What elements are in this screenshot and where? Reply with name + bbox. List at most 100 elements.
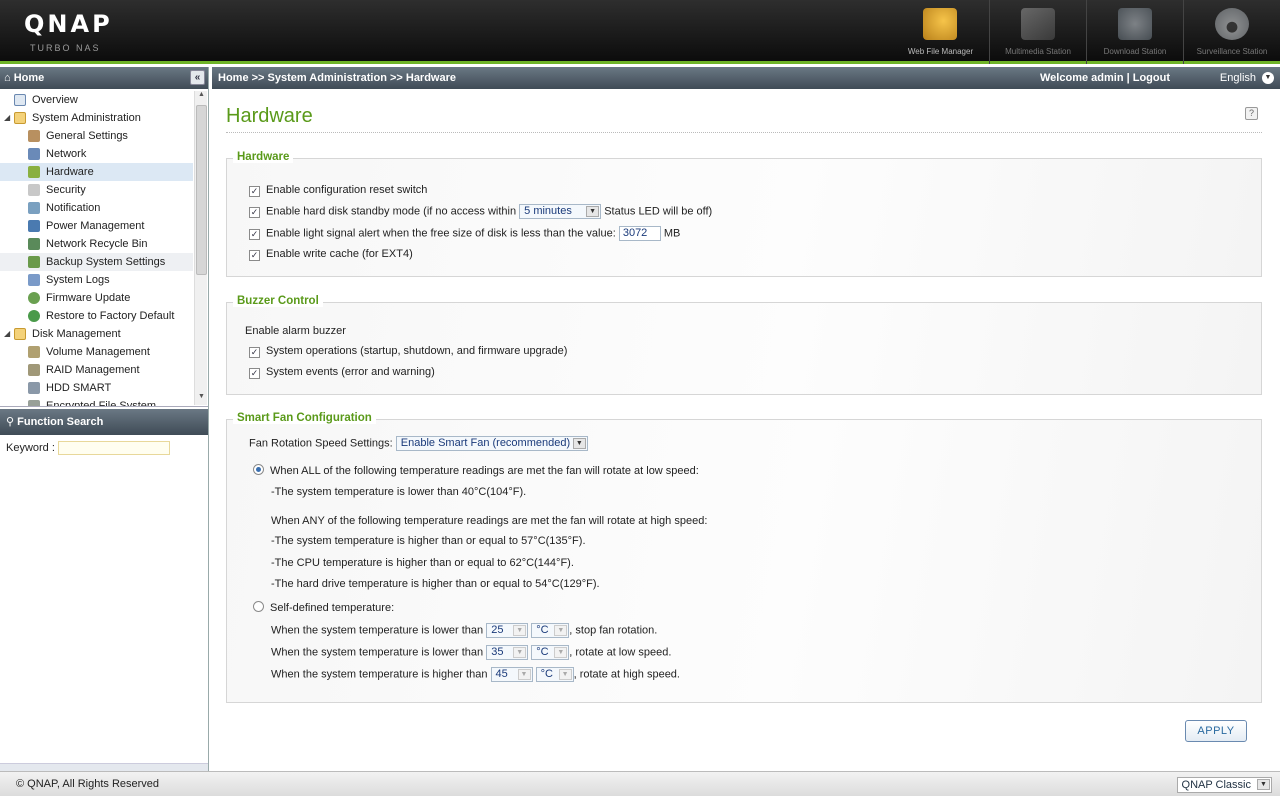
chevron-down-icon[interactable]: ▼ bbox=[572, 438, 586, 449]
tree-item-overview[interactable]: Overview bbox=[0, 91, 193, 109]
standby-checkbox[interactable]: ✓ bbox=[249, 207, 260, 219]
rule-suffix: , rotate at low speed. bbox=[569, 646, 672, 659]
tree-scrollbar[interactable]: ▲ ▼ bbox=[194, 91, 207, 405]
write-cache-checkbox[interactable]: ✓ bbox=[249, 250, 260, 261]
low-unit-select[interactable]: °C ▼ bbox=[531, 645, 570, 660]
chevron-down-icon[interactable]: ▼ bbox=[517, 669, 531, 680]
high-rule-2: -The CPU temperature is higher than or e… bbox=[271, 557, 574, 569]
tree-item-encrypted-file-system[interactable]: Encrypted File System bbox=[0, 397, 193, 407]
temp-value: 25 bbox=[491, 624, 504, 636]
tree-item-notification[interactable]: Notification bbox=[0, 199, 193, 217]
standby-time-value: 5 minutes bbox=[524, 205, 572, 217]
multimedia-station-button[interactable]: Multimedia Station bbox=[989, 0, 1086, 64]
light-alert-checkbox[interactable]: ✓ bbox=[249, 229, 260, 241]
theme-select[interactable]: QNAP Classic ▼ bbox=[1176, 777, 1272, 793]
web-file-manager-button[interactable]: Web File Manager bbox=[892, 0, 989, 64]
chevron-down-icon[interactable]: ▼ bbox=[558, 669, 572, 680]
tree-item-network[interactable]: Network bbox=[0, 145, 193, 163]
scrollbar-thumb[interactable] bbox=[196, 105, 207, 275]
language-dropdown-icon[interactable]: ▼ bbox=[1262, 72, 1274, 84]
self-defined-rule-high: When the system temperature is higher th… bbox=[271, 667, 680, 682]
help-icon[interactable]: ? bbox=[1245, 107, 1258, 120]
surveillance-station-button[interactable]: Surveillance Station bbox=[1183, 0, 1280, 64]
chevron-down-icon[interactable]: ▼ bbox=[586, 206, 600, 217]
tree-item-backup-system-settings[interactable]: Backup System Settings bbox=[0, 253, 193, 271]
chevron-down-icon[interactable]: ▼ bbox=[554, 625, 568, 636]
scroll-up-arrow-icon[interactable]: ▲ bbox=[195, 91, 208, 103]
smart-fan-section: Smart Fan Configuration Fan Rotation Spe… bbox=[226, 412, 1262, 703]
tree-item-network-recycle-bin[interactable]: Network Recycle Bin bbox=[0, 235, 193, 253]
reset-switch-checkbox[interactable]: ✓ bbox=[249, 186, 260, 197]
stop-unit-select[interactable]: °C ▼ bbox=[531, 623, 570, 638]
expand-triangle-icon[interactable]: ◢ bbox=[4, 109, 10, 127]
scroll-down-arrow-icon[interactable]: ▼ bbox=[195, 393, 208, 405]
welcome-logout-link[interactable]: Welcome admin | Logout bbox=[1040, 67, 1170, 89]
qnap-logo: QNAP bbox=[24, 10, 113, 38]
main-content: Hardware ? Hardware ✓ Enable configuratio… bbox=[212, 89, 1280, 771]
tree-item-restore-factory-default[interactable]: Restore to Factory Default bbox=[0, 307, 193, 325]
system-operations-row: ✓ System operations (startup, shutdown, a… bbox=[249, 344, 567, 358]
chevron-down-icon[interactable]: ▼ bbox=[513, 625, 527, 636]
function-search-body: Keyword : bbox=[0, 435, 208, 461]
system-operations-checkbox[interactable]: ✓ bbox=[249, 347, 260, 358]
temp-unit: °C bbox=[540, 668, 553, 680]
tree-item-raid-management[interactable]: RAID Management bbox=[0, 361, 193, 379]
chevron-down-icon[interactable]: ▼ bbox=[554, 647, 568, 658]
smart-fan-auto-row: When ALL of the following temperature re… bbox=[253, 464, 699, 478]
fan-speed-select[interactable]: Enable Smart Fan (recommended) ▼ bbox=[395, 436, 588, 451]
language-label[interactable]: English bbox=[1220, 67, 1256, 89]
firmware-icon bbox=[28, 292, 40, 304]
high-rule-1: -The system temperature is higher than o… bbox=[271, 535, 586, 547]
overview-icon bbox=[14, 94, 26, 106]
tree-item-system-logs[interactable]: System Logs bbox=[0, 271, 193, 289]
chevron-down-icon[interactable]: ▼ bbox=[1257, 779, 1270, 790]
smart-fan-auto-radio[interactable] bbox=[253, 464, 264, 475]
apply-button[interactable]: APPLY bbox=[1185, 720, 1247, 742]
temp-value: 35 bbox=[491, 646, 504, 658]
tree-item-label: Hardware bbox=[46, 166, 94, 178]
tree-item-volume-management[interactable]: Volume Management bbox=[0, 343, 193, 361]
chevron-down-icon[interactable]: ▼ bbox=[513, 647, 527, 658]
hardware-legend: Hardware bbox=[233, 151, 294, 163]
standby-time-select[interactable]: 5 minutes ▼ bbox=[519, 204, 602, 219]
low-speed-heading: When ALL of the following temperature re… bbox=[270, 465, 699, 477]
stop-temp-select[interactable]: 25 ▼ bbox=[486, 623, 529, 638]
breadcrumb[interactable]: Home >> System Administration >> Hardwar… bbox=[218, 67, 456, 89]
collapse-panel-button[interactable]: « bbox=[190, 70, 205, 85]
notification-icon bbox=[28, 202, 40, 214]
tree-item-hdd-smart[interactable]: HDD SMART bbox=[0, 379, 193, 397]
high-unit-select[interactable]: °C ▼ bbox=[535, 667, 574, 682]
high-rule-3: -The hard drive temperature is higher th… bbox=[271, 578, 600, 590]
title-divider bbox=[226, 132, 1262, 133]
tree-item-hardware[interactable]: Hardware bbox=[0, 163, 193, 181]
tree-item-security[interactable]: Security bbox=[0, 181, 193, 199]
system-events-checkbox[interactable]: ✓ bbox=[249, 368, 260, 379]
tree-item-label: Encrypted File System bbox=[46, 400, 157, 407]
network-icon bbox=[28, 148, 40, 160]
navigation-tree: Overview ◢ System Administration General… bbox=[0, 89, 208, 407]
copyright-text: © QNAP, All Rights Reserved bbox=[16, 778, 160, 790]
high-temp-select[interactable]: 45 ▼ bbox=[490, 667, 533, 682]
tree-item-firmware-update[interactable]: Firmware Update bbox=[0, 289, 193, 307]
tree-item-label: Overview bbox=[32, 94, 78, 106]
tree-item-system-administration[interactable]: ◢ System Administration bbox=[0, 109, 193, 127]
tree-item-general-settings[interactable]: General Settings bbox=[0, 127, 193, 145]
expand-triangle-icon[interactable]: ◢ bbox=[4, 325, 10, 343]
light-alert-value-input[interactable]: 3072 bbox=[618, 226, 661, 241]
keyword-input[interactable] bbox=[57, 441, 170, 455]
self-defined-radio[interactable] bbox=[253, 601, 264, 612]
smart-fan-legend: Smart Fan Configuration bbox=[233, 412, 376, 424]
tree-item-label: Power Management bbox=[46, 220, 145, 232]
self-defined-label: Self-defined temperature: bbox=[270, 602, 395, 614]
light-alert-unit: MB bbox=[663, 227, 681, 240]
alarm-buzzer-label: Enable alarm buzzer bbox=[245, 325, 346, 337]
tree-item-disk-management[interactable]: ◢ Disk Management bbox=[0, 325, 193, 343]
low-temp-select[interactable]: 35 ▼ bbox=[486, 645, 529, 660]
app-label: Surveillance Station bbox=[1196, 47, 1268, 56]
folder-search-icon bbox=[923, 8, 957, 40]
app-label: Download Station bbox=[1103, 47, 1167, 56]
tree-item-power-management[interactable]: Power Management bbox=[0, 217, 193, 235]
download-station-button[interactable]: Download Station bbox=[1086, 0, 1183, 64]
rule-suffix: , rotate at high speed. bbox=[573, 668, 680, 681]
tree-item-label: HDD SMART bbox=[46, 382, 112, 394]
